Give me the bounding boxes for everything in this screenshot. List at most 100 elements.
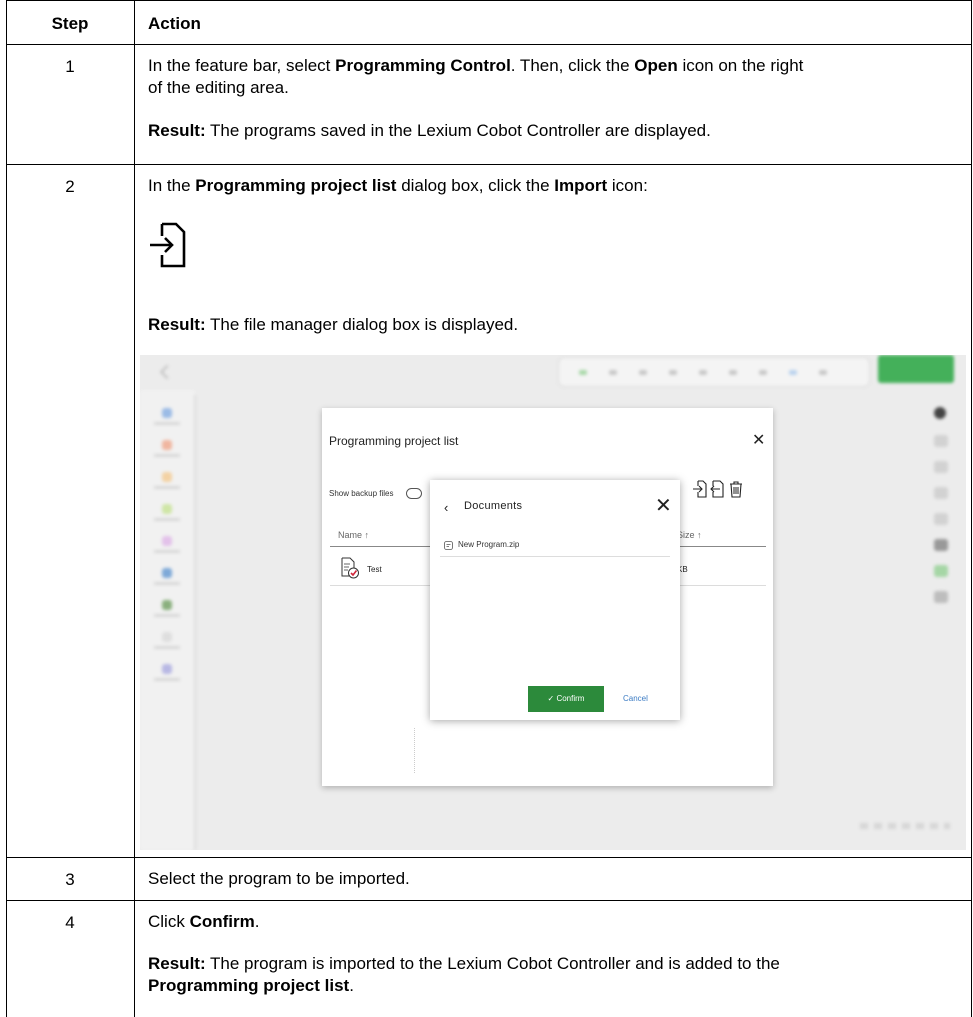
step-result: Result: The file manager dialog box is d… (148, 314, 958, 336)
ui-term: Confirm (189, 912, 255, 931)
sidebar-label (154, 518, 180, 521)
step-number: 2 (65, 177, 75, 196)
text: . (254, 912, 260, 931)
sidebar-label (154, 454, 180, 457)
sidebar-label (154, 614, 180, 617)
dialog-title: Documents (464, 500, 523, 512)
right-tool-icon (934, 487, 948, 499)
ui-term: Import (554, 176, 608, 195)
table-border-left (6, 0, 7, 1017)
ui-term: Programming Control (335, 56, 511, 75)
right-tool-icon (934, 461, 948, 473)
step-instruction: Click Confirm. (148, 911, 958, 933)
right-tool-icon (934, 513, 948, 525)
import-icon (150, 222, 186, 268)
text: dialog box, click the (396, 176, 555, 195)
back-icon[interactable]: ‹ (444, 500, 448, 515)
header-action: Action (148, 14, 201, 33)
import-icon[interactable] (692, 480, 708, 498)
export-icon[interactable] (710, 480, 726, 498)
close-icon[interactable]: ✕ (655, 493, 672, 518)
table-border-right (971, 0, 972, 1017)
zip-file-icon (444, 541, 453, 550)
header-step: Step (51, 14, 89, 33)
delete-icon[interactable] (728, 480, 744, 498)
back-arrow-icon (159, 364, 175, 380)
sidebar-icon (162, 568, 172, 578)
program-name[interactable]: Test (367, 565, 382, 574)
sidebar (140, 390, 195, 850)
toolbar-icon (609, 370, 617, 375)
sidebar-icon (162, 664, 172, 674)
step-number: 1 (65, 57, 75, 76)
text: . Then, click the (510, 56, 635, 75)
close-icon[interactable]: ✕ (752, 430, 765, 450)
row-divider (6, 900, 972, 901)
column-divider (134, 0, 135, 1017)
result-text: The program is imported to the Lexium Co… (205, 954, 780, 973)
text: icon on the right (677, 56, 804, 75)
text: icon: (607, 176, 648, 195)
step-instruction: Select the program to be imported. (148, 869, 410, 888)
right-tool-icon (934, 407, 946, 419)
toolbar-icon (669, 370, 677, 375)
sidebar-icon (162, 408, 172, 418)
row-divider (6, 164, 972, 165)
toolbar-icon (579, 370, 587, 375)
status-indicators (860, 823, 950, 829)
toolbar-icon (759, 370, 767, 375)
divider (440, 556, 670, 557)
show-backup-toggle[interactable] (406, 488, 422, 499)
text: . (349, 976, 354, 995)
step-instruction: In the feature bar, select Programming C… (148, 55, 958, 99)
column-header-size[interactable]: Size ↑ (677, 530, 702, 540)
show-backup-label: Show backup files (329, 489, 394, 498)
toolbar-icon (789, 370, 797, 375)
sidebar-label (154, 550, 180, 553)
right-tool-icon (934, 591, 948, 603)
text: In the feature bar, select (148, 56, 336, 75)
text: In the (148, 176, 196, 195)
toolbar-icon (729, 370, 737, 375)
result-label: Result: (148, 121, 206, 140)
sidebar-icon (162, 632, 172, 642)
result-text: The file manager dialog box is displayed… (205, 315, 519, 334)
text: of the editing area. (148, 78, 289, 97)
table-border-top (6, 0, 972, 1)
confirm-button[interactable]: ✓ Confirm (528, 686, 604, 712)
ui-term: Open (634, 56, 678, 75)
toolbar-icon (639, 370, 647, 375)
result-label: Result: (148, 315, 206, 334)
result-text: The programs saved in the Lexium Cobot C… (205, 121, 711, 140)
right-tool-icon (934, 435, 948, 447)
sidebar-label (154, 486, 180, 489)
column-header-name[interactable]: Name ↑ (338, 530, 369, 540)
toolbar-icon (819, 370, 827, 375)
sidebar-icon (162, 440, 172, 450)
dialog-title: Programming project list (329, 434, 459, 448)
sidebar-label (154, 582, 180, 585)
sidebar-label (154, 646, 180, 649)
text: Click (148, 912, 190, 931)
sidebar-icon (162, 536, 172, 546)
step-instruction: In the Programming project list dialog b… (148, 175, 958, 197)
run-button (878, 355, 954, 383)
divider (414, 728, 416, 773)
sidebar-label (154, 422, 180, 425)
ui-term: Programming project list (195, 176, 397, 195)
step-number: 4 (65, 913, 75, 932)
toolbar-icon (699, 370, 707, 375)
sidebar-icon (162, 504, 172, 514)
sidebar-label (154, 678, 180, 681)
file-manager-dialog: ‹ Documents ✕ New Program.zip ✓ Confirm … (430, 480, 680, 720)
ui-term: Programming project list (148, 976, 350, 995)
file-item[interactable]: New Program.zip (458, 540, 519, 549)
program-file-icon (341, 557, 359, 579)
table-header-divider (6, 44, 972, 45)
toolbar (558, 357, 870, 387)
cancel-button[interactable]: Cancel (623, 694, 648, 703)
step-result: Result: The programs saved in the Lexium… (148, 120, 958, 142)
right-tool-icon (934, 539, 948, 551)
step-result: Result: The program is imported to the L… (148, 953, 958, 997)
sidebar-divider (194, 395, 196, 850)
